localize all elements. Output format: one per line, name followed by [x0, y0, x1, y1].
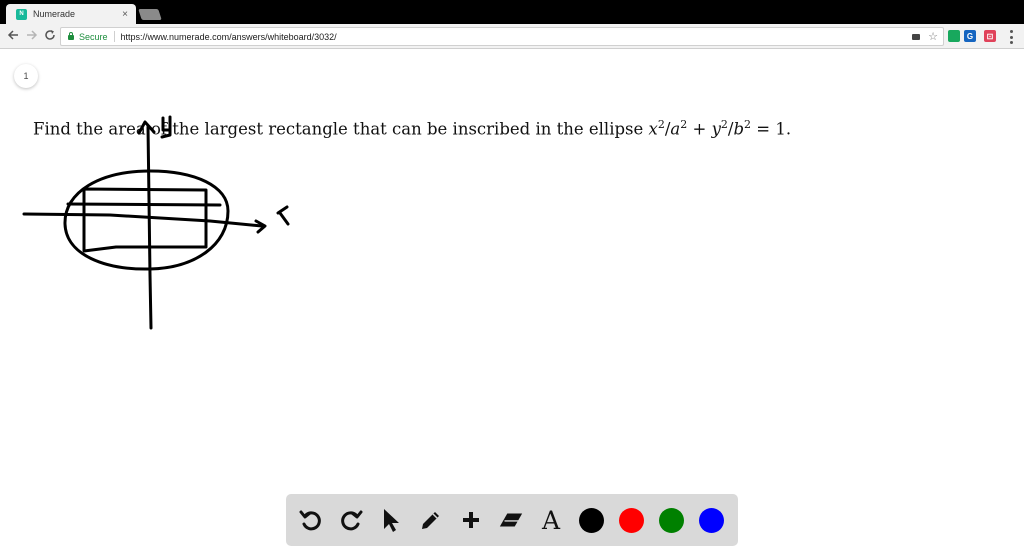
pencil-icon — [422, 512, 439, 529]
ink-x-letter — [276, 205, 290, 226]
color-swatch-blue[interactable] — [699, 508, 724, 533]
undo-button[interactable] — [298, 507, 324, 533]
ink-y-arrowhead — [137, 120, 156, 135]
pointer-icon — [384, 509, 399, 532]
ink-y-letter — [160, 115, 172, 139]
drawing-toolbar: A — [286, 494, 738, 546]
select-button[interactable] — [378, 507, 404, 533]
undo-icon — [299, 510, 321, 531]
redo-icon — [341, 510, 363, 531]
eraser-icon — [499, 513, 523, 527]
color-swatch-black[interactable] — [579, 508, 604, 533]
eraser-button[interactable] — [498, 507, 524, 533]
redo-button[interactable] — [338, 507, 364, 533]
whiteboard-ink-layer[interactable] — [0, 0, 1024, 554]
ink-y-axis — [146, 125, 153, 330]
color-swatch-green[interactable] — [659, 508, 684, 533]
plus-icon — [463, 512, 479, 528]
pen-button[interactable] — [418, 507, 444, 533]
text-tool-button[interactable]: A — [538, 506, 564, 535]
color-swatch-red[interactable] — [619, 508, 644, 533]
ink-mid-line — [66, 202, 222, 207]
add-button[interactable] — [458, 507, 484, 533]
